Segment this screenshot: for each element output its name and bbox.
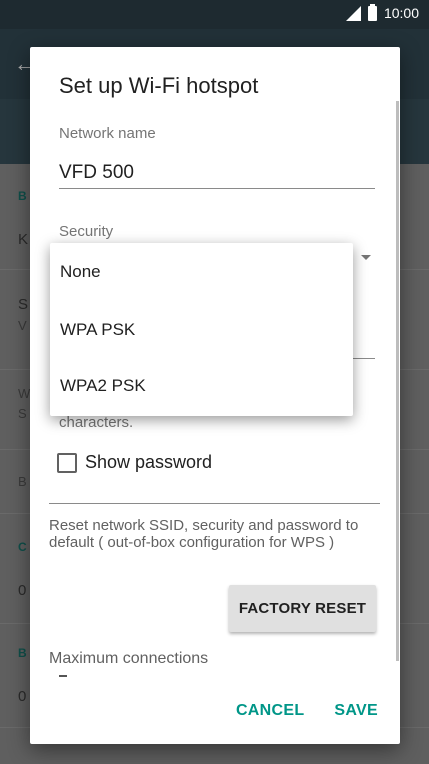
divider <box>49 503 380 504</box>
security-option-none[interactable]: None <box>60 262 101 282</box>
show-password-checkbox[interactable] <box>57 452 77 473</box>
status-icons: 10:00 <box>345 3 419 21</box>
dropdown-arrow-icon[interactable] <box>361 255 371 260</box>
section-header: C <box>18 540 27 554</box>
security-label: Security <box>59 223 114 240</box>
section-header: B <box>18 646 27 660</box>
network-name-input[interactable]: VFD 500 <box>59 162 134 184</box>
show-password-label: Show password <box>85 452 213 472</box>
max-connections-value[interactable] <box>59 675 67 677</box>
status-bar: 10:00 <box>0 0 429 29</box>
list-item-label: W <box>18 386 31 401</box>
dialog-actions: CANCEL SAVE <box>236 702 378 720</box>
password-helper-text: characters. <box>59 414 134 431</box>
save-button[interactable]: SAVE <box>334 702 378 720</box>
section-header: B <box>18 189 27 203</box>
status-time: 10:00 <box>383 5 419 21</box>
dialog-title: Set up Wi-Fi hotspot <box>59 73 259 98</box>
security-option-wpa-psk[interactable]: WPA PSK <box>60 320 135 340</box>
list-item-label: 0 <box>18 582 27 599</box>
list-item-label: 0 <box>18 688 27 705</box>
list-item-label: S <box>18 296 29 313</box>
network-name-label: Network name <box>59 125 156 142</box>
security-dropdown-menu: None WPA PSK WPA2 PSK <box>50 243 353 416</box>
list-item-label: K <box>18 231 29 248</box>
list-item-sub: S <box>18 406 27 421</box>
security-option-wpa2-psk[interactable]: WPA2 PSK <box>60 376 146 396</box>
network-name-underline <box>59 188 375 189</box>
max-connections-label: Maximum connections <box>49 650 209 667</box>
factory-reset-button[interactable]: FACTORY RESET <box>229 585 376 632</box>
reset-description: Reset network SSID, security and passwor… <box>49 517 359 551</box>
cancel-button[interactable]: CANCEL <box>236 702 304 720</box>
dialog-scrollbar[interactable] <box>396 101 399 661</box>
show-password-row[interactable]: Show password <box>57 452 212 473</box>
signal-icon <box>345 5 361 21</box>
battery-icon <box>367 3 377 21</box>
list-item-label: B <box>18 474 27 489</box>
list-item-sub: V <box>18 318 27 333</box>
